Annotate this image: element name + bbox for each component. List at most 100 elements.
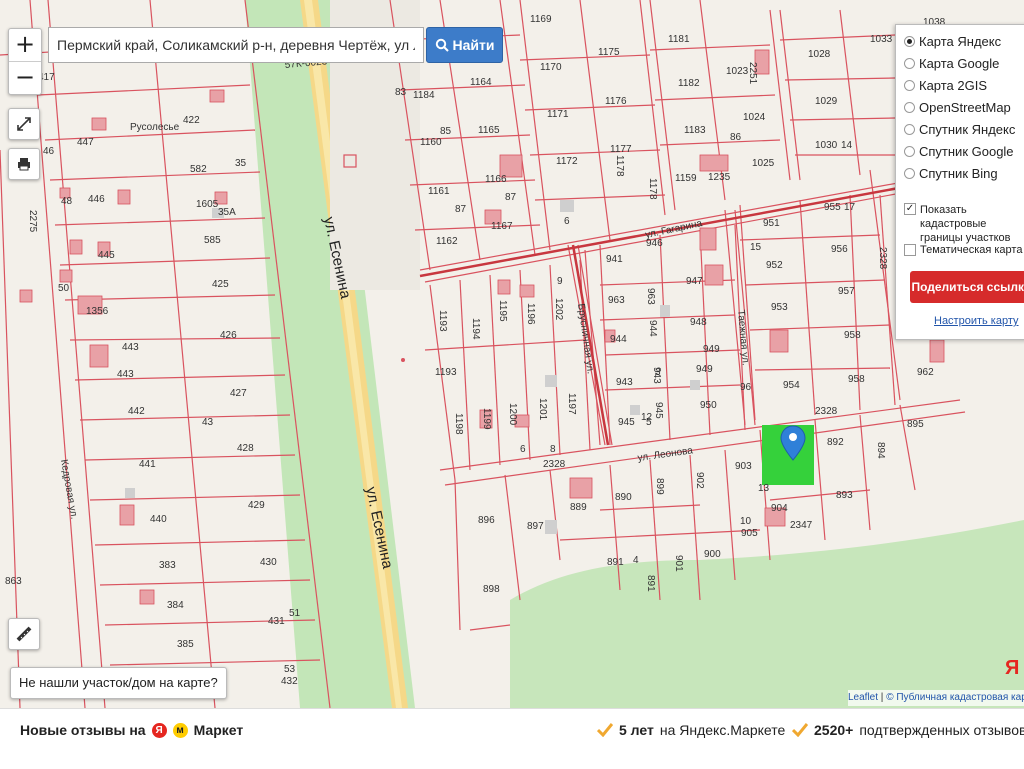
yandex-icon: Я bbox=[151, 722, 167, 738]
svg-text:1356: 1356 bbox=[86, 306, 109, 317]
layer-option[interactable]: Карта 2GIS bbox=[904, 78, 987, 93]
layer-option-label: Спутник Google bbox=[919, 144, 1014, 159]
svg-text:1193: 1193 bbox=[435, 367, 457, 378]
leaflet-link[interactable]: Leaflet bbox=[848, 692, 878, 703]
svg-text:1194: 1194 bbox=[470, 318, 481, 340]
svg-text:442: 442 bbox=[128, 406, 145, 417]
svg-text:1235: 1235 bbox=[708, 172, 731, 183]
svg-text:447: 447 bbox=[77, 137, 94, 148]
cadastral-map[interactable]: 1169 1175 1181 1038 1033 1028 417 1184 1… bbox=[0, 0, 1024, 708]
cadastral-checkbox[interactable]: ✓ bbox=[904, 203, 916, 215]
svg-text:384: 384 bbox=[167, 600, 184, 611]
configure-map-link[interactable]: Настроить карту bbox=[934, 315, 1019, 327]
svg-text:1196: 1196 bbox=[525, 303, 536, 325]
svg-text:1170: 1170 bbox=[540, 62, 562, 73]
place-rusolesye: Русолесье bbox=[130, 122, 180, 133]
cadastral-toggle[interactable]: ✓ Показать кадастровые границы участков bbox=[904, 203, 1024, 245]
thematic-toggle[interactable]: Тематическая карта bbox=[904, 243, 1022, 257]
layer-option[interactable]: Карта Яндекс bbox=[904, 34, 1001, 49]
svg-text:383: 383 bbox=[159, 560, 176, 571]
svg-text:1201: 1201 bbox=[537, 398, 548, 421]
svg-text:904: 904 bbox=[771, 503, 788, 514]
svg-text:1165: 1165 bbox=[478, 125, 500, 136]
svg-text:1182: 1182 bbox=[678, 78, 700, 89]
svg-text:1183: 1183 bbox=[684, 125, 706, 136]
layer-option[interactable]: Спутник Bing bbox=[904, 166, 998, 181]
share-link-button[interactable]: Поделиться ссылкой bbox=[910, 271, 1024, 303]
svg-text:891: 891 bbox=[607, 557, 624, 568]
svg-text:894: 894 bbox=[875, 442, 886, 459]
svg-text:8: 8 bbox=[550, 444, 556, 455]
svg-text:953: 953 bbox=[771, 302, 788, 313]
reviews-count-item: 2520+ подтвержденных отзывов bbox=[792, 722, 1024, 738]
layer-option-label: Спутник Bing bbox=[919, 166, 998, 181]
zoom-in-button[interactable]: + bbox=[9, 29, 41, 62]
fullscreen-button[interactable] bbox=[8, 108, 40, 140]
thematic-checkbox[interactable] bbox=[904, 244, 916, 256]
svg-text:958: 958 bbox=[844, 330, 861, 341]
svg-text:50: 50 bbox=[58, 283, 70, 294]
layer-option[interactable]: Спутник Яндекс bbox=[904, 122, 1015, 137]
svg-text:1033: 1033 bbox=[870, 34, 893, 45]
print-button[interactable] bbox=[8, 148, 40, 180]
not-found-button[interactable]: Не нашли участок/дом на карте? bbox=[10, 667, 227, 699]
svg-text:1166: 1166 bbox=[485, 174, 507, 185]
reviews-footer: Новые отзывы на Я м Маркет 5 лет на Янде… bbox=[0, 708, 1024, 769]
street-leonova: ул. Леонова bbox=[637, 445, 694, 464]
svg-text:948: 948 bbox=[690, 317, 707, 328]
search-input[interactable] bbox=[49, 28, 423, 62]
cadastral-source-link[interactable]: © Публичная кадастровая карта bbox=[886, 692, 1024, 703]
svg-text:902: 902 bbox=[694, 472, 705, 489]
svg-text:897: 897 bbox=[527, 521, 544, 532]
svg-text:2328: 2328 bbox=[815, 406, 838, 417]
svg-text:440: 440 bbox=[150, 514, 167, 525]
svg-text:1197: 1197 bbox=[566, 393, 577, 415]
find-button-label: Найти bbox=[452, 37, 495, 53]
layer-option[interactable]: Карта Google bbox=[904, 56, 999, 71]
zoom-control: + − bbox=[8, 28, 42, 95]
svg-text:85: 85 bbox=[440, 126, 452, 137]
svg-text:53: 53 bbox=[284, 664, 296, 675]
years-bold: 5 лет bbox=[619, 722, 654, 738]
svg-text:901: 901 bbox=[673, 555, 684, 572]
svg-text:1178: 1178 bbox=[647, 178, 658, 200]
svg-text:46: 46 bbox=[43, 146, 55, 157]
ruler-button[interactable] bbox=[8, 618, 40, 650]
svg-text:35А: 35А bbox=[218, 207, 236, 218]
svg-text:2275: 2275 bbox=[27, 210, 38, 233]
zoom-out-button[interactable]: − bbox=[9, 62, 41, 94]
svg-text:1161: 1161 bbox=[428, 186, 450, 197]
layer-radio[interactable] bbox=[904, 36, 915, 47]
find-button[interactable]: Найти bbox=[426, 27, 503, 63]
svg-text:1199: 1199 bbox=[481, 408, 492, 430]
svg-text:1024: 1024 bbox=[743, 112, 766, 123]
cadastral-label: Показать кадастровые границы участков bbox=[920, 204, 1011, 244]
svg-text:443: 443 bbox=[122, 342, 139, 353]
svg-text:1184: 1184 bbox=[413, 90, 435, 101]
svg-text:863: 863 bbox=[5, 576, 22, 587]
svg-text:1172: 1172 bbox=[556, 156, 578, 167]
layer-option[interactable]: Спутник Google bbox=[904, 144, 1014, 159]
svg-text:1029: 1029 bbox=[815, 96, 838, 107]
layer-radio[interactable] bbox=[904, 168, 915, 179]
svg-text:86: 86 bbox=[730, 132, 742, 143]
layer-radio[interactable] bbox=[904, 80, 915, 91]
layer-radio[interactable] bbox=[904, 146, 915, 157]
svg-text:899: 899 bbox=[654, 478, 665, 495]
printer-icon bbox=[18, 158, 30, 171]
svg-text:1023: 1023 bbox=[726, 66, 749, 77]
svg-text:443: 443 bbox=[117, 369, 134, 380]
svg-text:426: 426 bbox=[220, 330, 237, 341]
layer-radio[interactable] bbox=[904, 102, 915, 113]
svg-text:446: 446 bbox=[88, 194, 105, 205]
layer-radio[interactable] bbox=[904, 58, 915, 69]
svg-text:1159: 1159 bbox=[675, 173, 697, 184]
svg-text:949: 949 bbox=[696, 364, 713, 375]
layer-radio[interactable] bbox=[904, 124, 915, 135]
svg-text:955: 955 bbox=[824, 202, 841, 213]
svg-text:892: 892 bbox=[827, 437, 844, 448]
market-icon: м bbox=[172, 722, 188, 738]
svg-text:944: 944 bbox=[647, 320, 658, 337]
search-box bbox=[48, 27, 424, 63]
layer-option[interactable]: OpenStreetMap bbox=[904, 100, 1011, 115]
